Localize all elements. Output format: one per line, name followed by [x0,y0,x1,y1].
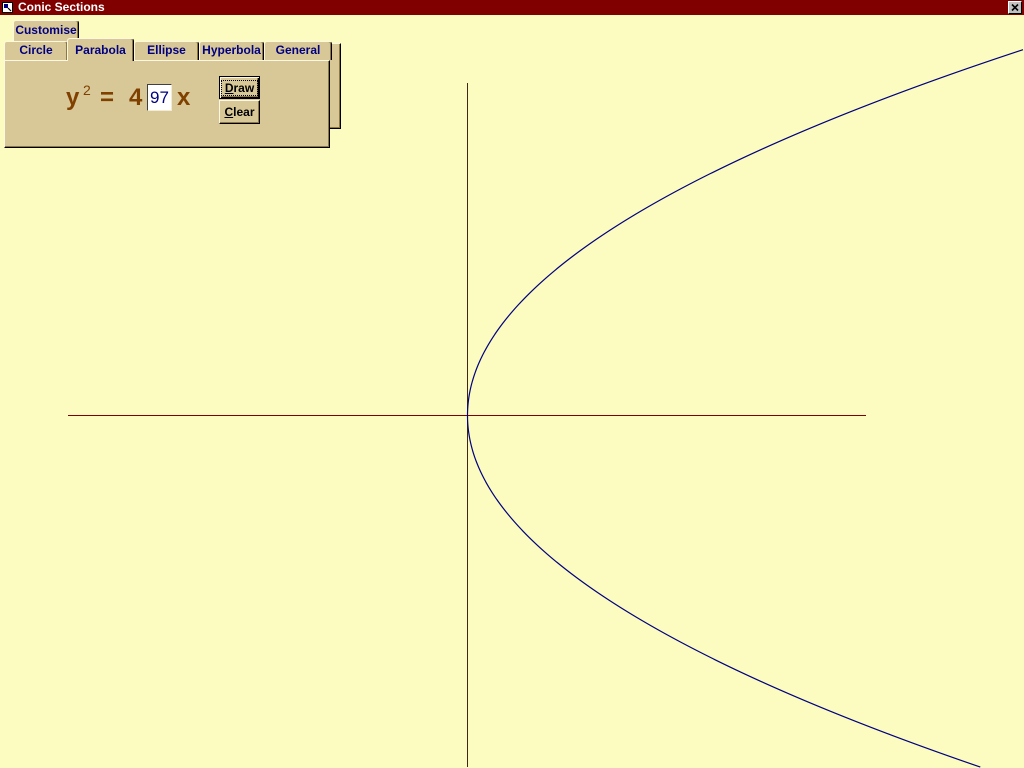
tab-panel-parabola: y 2 = 4 x Draw Clear [4,60,330,148]
draw-button[interactable]: Draw [219,76,260,99]
parameter-input[interactable] [147,84,172,111]
tab-circle[interactable]: Circle [4,41,68,60]
window-title: Conic Sections [18,0,105,14]
tab-label-customise: Customise [15,23,77,37]
tab-label-general: General [275,43,321,57]
tab-label-ellipse: Ellipse [147,43,186,57]
tab-label-parabola: Parabola [75,43,126,57]
tab-label-circle: Circle [19,43,53,57]
clear-button-label: Clear [224,105,255,119]
tab-parabola[interactable]: Parabola [67,38,134,61]
app-icon[interactable] [2,2,13,13]
clear-button[interactable]: Clear [219,100,260,124]
equation-exponent: 2 [83,82,91,98]
close-icon [1011,3,1019,12]
equation-lhs-variable: y [66,84,80,111]
tab-hyperbola[interactable]: Hyperbola [199,41,264,60]
equation-coefficient: 4 [129,84,143,111]
tab-label-hyperbola: Hyperbola [202,43,261,57]
close-button[interactable] [1008,1,1022,14]
equation-rhs-variable: x [177,84,191,111]
draw-button-label: Draw [224,80,255,95]
tab-ellipse[interactable]: Ellipse [134,41,199,60]
draw-focus-rect: Draw [220,79,259,96]
title-bar[interactable]: Conic Sections [0,0,1024,15]
equation-equals-sign: = [100,84,115,111]
tab-general[interactable]: General [264,41,332,60]
parabola-curve [466,49,1024,768]
